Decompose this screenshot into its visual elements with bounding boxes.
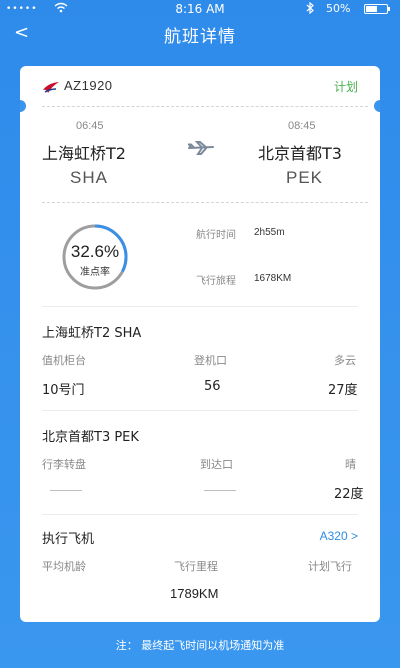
arrival-section-title: 北京首都T3 PEK — [42, 430, 139, 445]
flight-mileage-value: 1789KM — [170, 586, 219, 601]
departure-temperature-value: 27度 — [328, 383, 358, 398]
flight-route: 06:45 08:45 上海虹桥T2 北京首都T3 SHA PEK — [42, 120, 358, 190]
footer-notice: 注： 最终起飞时间以机场通知为准 — [115, 639, 285, 652]
planned-flights-label: 计划飞行 — [308, 560, 352, 573]
avg-age-label: 平均机龄 — [42, 560, 86, 573]
arrival-exit-empty — [204, 490, 236, 491]
departure-weather-label: 多云 — [334, 354, 356, 367]
flight-number: AZ1920 — [64, 78, 113, 93]
departure-time: 06:45 — [76, 120, 104, 132]
battery-percent: 50% — [326, 2, 351, 15]
divider — [42, 306, 358, 307]
flight-status-badge: 计划 — [333, 80, 358, 94]
flight-detail-card: AZ1920 计划 06:45 08:45 上海虹桥T2 北京首都T3 SHA … — [20, 66, 380, 622]
distance-label: 飞行旅程 — [196, 276, 236, 287]
airplane-icon — [187, 140, 214, 159]
arrival-code: PEK — [286, 168, 324, 187]
distance-value: 1678KM — [254, 273, 292, 284]
bluetooth-icon — [306, 1, 314, 17]
divider — [42, 410, 358, 411]
arrival-time: 08:45 — [288, 120, 316, 132]
departure-code: SHA — [70, 168, 108, 187]
departure-airport: 上海虹桥T2 — [42, 144, 126, 163]
card-notch-right — [374, 100, 380, 112]
arrival-temperature-value: 22度 — [334, 487, 364, 502]
checkin-counter-value: 10号门 — [42, 383, 85, 398]
boarding-gate-label: 登机口 — [194, 354, 227, 367]
divider — [42, 514, 358, 515]
aircraft-section-title: 执行飞机 — [42, 532, 95, 547]
duration-label: 航行时间 — [196, 230, 236, 241]
status-bar: ••••• 8:16 AM 50% — [0, 0, 400, 18]
on-time-rate-value: 32.6% — [70, 242, 120, 261]
card-notch-left — [20, 100, 26, 112]
divider — [42, 202, 368, 203]
boarding-gate-value: 56 — [204, 379, 221, 394]
arrival-airport: 北京首都T3 — [258, 144, 342, 163]
baggage-carousel-label: 行李转盘 — [42, 458, 86, 471]
airline-logo-icon — [42, 80, 60, 99]
page-title: 航班详情 — [164, 27, 236, 47]
flight-mileage-label: 飞行里程 — [174, 560, 218, 573]
duration-value: 2h55m — [254, 227, 285, 238]
aircraft-model-link[interactable]: A320 > — [320, 529, 358, 543]
flight-header: AZ1920 计划 — [42, 78, 358, 96]
checkin-counter-label: 值机柜台 — [42, 354, 86, 367]
on-time-rate-gauge: 32.6% 准点率 — [42, 224, 148, 290]
baggage-carousel-empty — [50, 490, 82, 491]
departure-section-title: 上海虹桥T2 SHA — [42, 326, 142, 341]
battery-level — [366, 6, 377, 12]
arrival-exit-label: 到达口 — [200, 458, 233, 471]
on-time-rate-label: 准点率 — [80, 267, 110, 278]
arrival-weather-label: 晴 — [345, 458, 356, 471]
navigation-bar: < 航班详情 — [0, 18, 400, 50]
battery-icon — [364, 4, 390, 14]
divider — [42, 106, 368, 107]
